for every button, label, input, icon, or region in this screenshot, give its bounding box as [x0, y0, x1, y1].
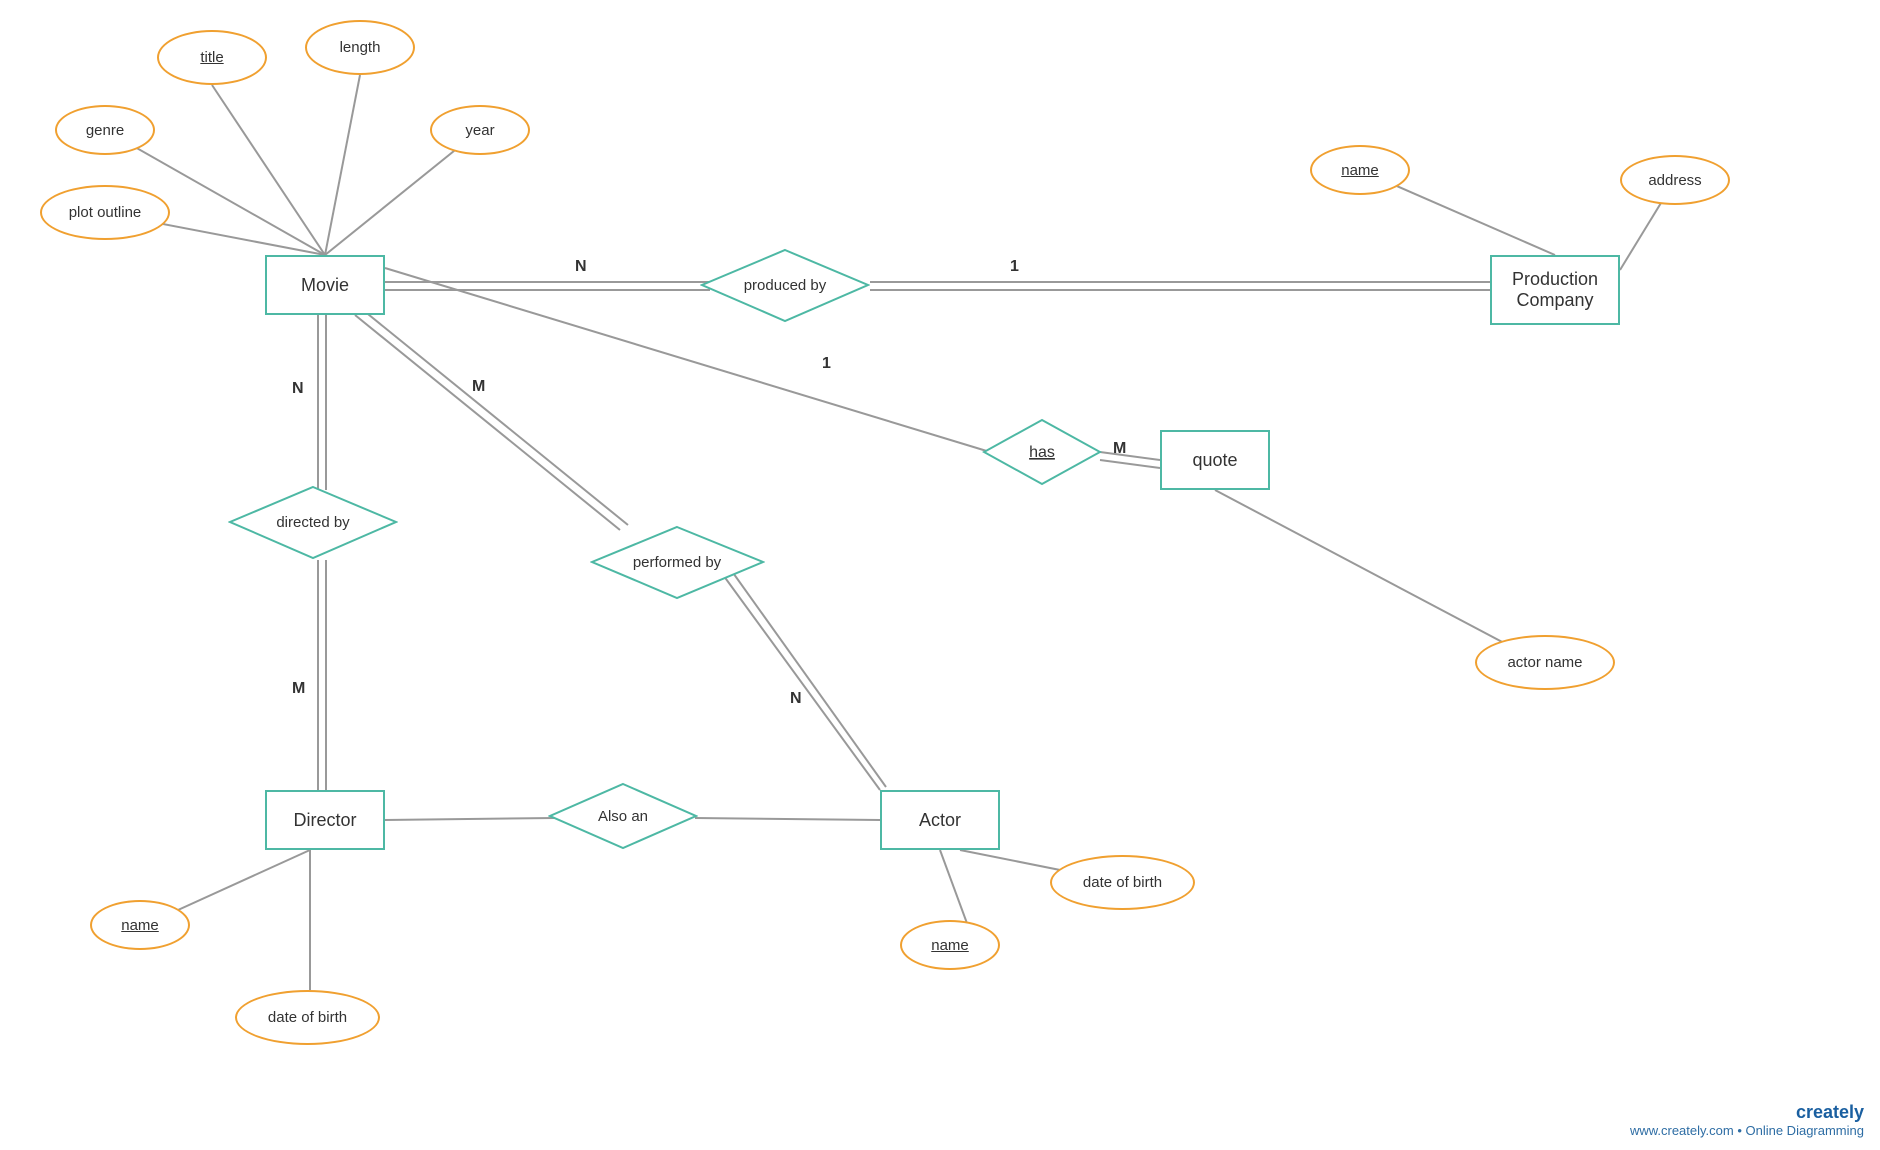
attribute-actor-dob: date of birth [1050, 855, 1195, 910]
cardinality-movie-quote-1: 1 [822, 355, 831, 373]
attribute-director-name: name [90, 900, 190, 950]
relationship-directed-by: directed by [228, 485, 398, 560]
entity-production-company: Production Company [1490, 255, 1620, 325]
svg-text:produced by: produced by [744, 277, 827, 294]
watermark-site: www.creately.com • Online Diagramming [1630, 1123, 1864, 1138]
cardinality-movie-directed-N: N [292, 380, 304, 398]
attribute-length: length [305, 20, 415, 75]
cardinality-performed-actor-N: N [790, 690, 802, 708]
relationship-performed-by: performed by [590, 525, 765, 600]
svg-text:Also an: Also an [598, 808, 648, 825]
relationship-also-an: Also an [548, 782, 698, 850]
svg-text:directed by: directed by [276, 514, 350, 531]
attribute-plot-outline: plot outline [40, 185, 170, 240]
attribute-actor-name-attr: actor name [1475, 635, 1615, 690]
entity-director: Director [265, 790, 385, 850]
relationship-produced-by: produced by [700, 248, 870, 323]
entity-movie: Movie [265, 255, 385, 315]
cardinality-produced-company-1: 1 [1010, 258, 1019, 276]
entity-quote: quote [1160, 430, 1270, 490]
attribute-director-dob: date of birth [235, 990, 380, 1045]
cardinality-directed-director-M: M [292, 680, 305, 698]
cardinality-has-quote-M: M [1113, 440, 1126, 458]
entity-actor: Actor [880, 790, 1000, 850]
svg-text:performed by: performed by [633, 554, 722, 571]
watermark-brand: creately [1630, 1102, 1864, 1123]
attribute-title: title [157, 30, 267, 85]
relationship-has: has [982, 418, 1102, 486]
attribute-year: year [430, 105, 530, 155]
attribute-genre: genre [55, 105, 155, 155]
attribute-actor-name: name [900, 920, 1000, 970]
cardinality-movie-produced-N: N [575, 258, 587, 276]
svg-text:has: has [1029, 444, 1055, 461]
watermark: creately www.creately.com • Online Diagr… [1630, 1102, 1864, 1138]
attribute-prod-address: address [1620, 155, 1730, 205]
diagram-svg [0, 0, 1880, 1150]
attribute-prod-name: name [1310, 145, 1410, 195]
diagram-container: Movie Production Company Director Actor … [0, 0, 1880, 1150]
cardinality-movie-performed-M: M [472, 378, 485, 396]
